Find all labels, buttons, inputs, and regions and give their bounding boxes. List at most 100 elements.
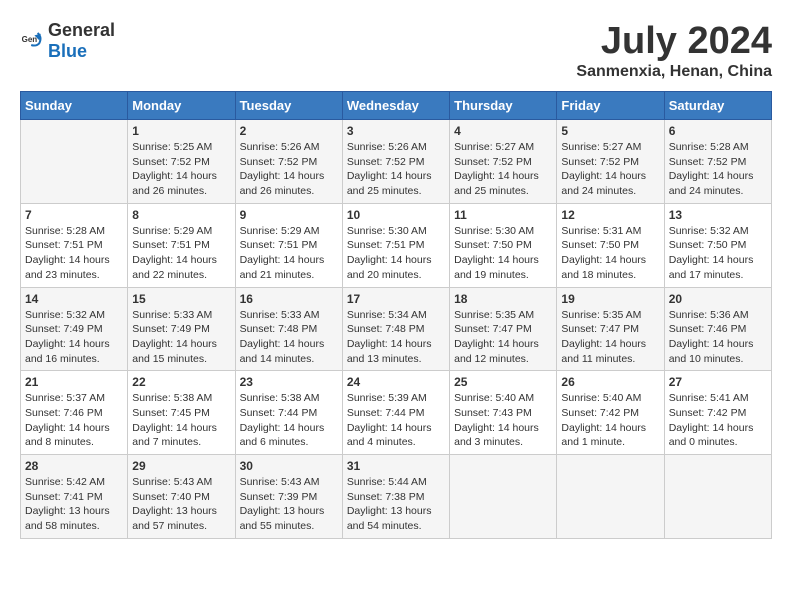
day-info: Sunrise: 5:26 AMSunset: 7:52 PMDaylight:… [240, 140, 338, 199]
day-info: Sunrise: 5:31 AMSunset: 7:50 PMDaylight:… [561, 224, 659, 283]
week-row-3: 14Sunrise: 5:32 AMSunset: 7:49 PMDayligh… [21, 287, 772, 371]
header: Gen General Blue July 2024 Sanmenxia, He… [20, 20, 772, 81]
day-number: 22 [132, 375, 230, 389]
day-info: Sunrise: 5:40 AMSunset: 7:43 PMDaylight:… [454, 391, 552, 450]
day-number: 3 [347, 124, 445, 138]
day-info: Sunrise: 5:35 AMSunset: 7:47 PMDaylight:… [454, 308, 552, 367]
week-row-2: 7 Sunrise: 5:28 AMSunset: 7:51 PMDaylight… [21, 203, 772, 287]
day-info: Sunrise: 5:28 AMSunset: 7:52 PMDaylight:… [669, 140, 767, 199]
column-header-sunday: Sunday [21, 92, 128, 120]
day-number: 2 [240, 124, 338, 138]
day-number: 29 [132, 459, 230, 473]
column-header-thursday: Thursday [450, 92, 557, 120]
calendar-cell [21, 120, 128, 204]
day-info: Sunrise: 5:43 AMSunset: 7:39 PMDaylight:… [240, 475, 338, 534]
calendar-cell: 15Sunrise: 5:33 AMSunset: 7:49 PMDayligh… [128, 287, 235, 371]
day-info: Sunrise: 5:43 AMSunset: 7:40 PMDaylight:… [132, 475, 230, 534]
calendar-cell: 13 Sunrise: 5:32 AMSunset: 7:50 PMDayligh… [664, 203, 771, 287]
day-number: 10 [347, 208, 445, 222]
day-info: Sunrise: 5:29 AMSunset: 7:51 PMDaylight:… [240, 224, 338, 283]
calendar-cell: 9 Sunrise: 5:29 AMSunset: 7:51 PMDaylight… [235, 203, 342, 287]
calendar-cell: 8Sunrise: 5:29 AMSunset: 7:51 PMDaylight… [128, 203, 235, 287]
calendar-cell: 23Sunrise: 5:38 AMSunset: 7:44 PMDayligh… [235, 371, 342, 455]
column-header-tuesday: Tuesday [235, 92, 342, 120]
calendar-cell: 25 Sunrise: 5:40 AMSunset: 7:43 PMDayligh… [450, 371, 557, 455]
calendar-cell: 5Sunrise: 5:27 AMSunset: 7:52 PMDaylight… [557, 120, 664, 204]
column-header-wednesday: Wednesday [342, 92, 449, 120]
calendar-cell: 4Sunrise: 5:27 AMSunset: 7:52 PMDaylight… [450, 120, 557, 204]
calendar-cell [557, 455, 664, 539]
calendar-cell: 14Sunrise: 5:32 AMSunset: 7:49 PMDayligh… [21, 287, 128, 371]
calendar-cell: 29 Sunrise: 5:43 AMSunset: 7:40 PMDayligh… [128, 455, 235, 539]
week-row-4: 21 Sunrise: 5:37 AMSunset: 7:46 PMDayligh… [21, 371, 772, 455]
svg-text:Gen: Gen [22, 35, 38, 44]
calendar-cell: 6Sunrise: 5:28 AMSunset: 7:52 PMDaylight… [664, 120, 771, 204]
day-info: Sunrise: 5:35 AMSunset: 7:47 PMDaylight:… [561, 308, 659, 367]
day-info: Sunrise: 5:36 AMSunset: 7:46 PMDaylight:… [669, 308, 767, 367]
day-info: Sunrise: 5:42 AMSunset: 7:41 PMDaylight:… [25, 475, 123, 534]
day-number: 4 [454, 124, 552, 138]
day-number: 19 [561, 292, 659, 306]
calendar-cell: 27 Sunrise: 5:41 AMSunset: 7:42 PMDayligh… [664, 371, 771, 455]
calendar-cell: 3 Sunrise: 5:26 AMSunset: 7:52 PMDaylight… [342, 120, 449, 204]
column-header-monday: Monday [128, 92, 235, 120]
day-info: Sunrise: 5:25 AMSunset: 7:52 PMDaylight:… [132, 140, 230, 199]
page-title: July 2024 [576, 20, 772, 63]
logo-text: General Blue [48, 20, 115, 62]
title-section: July 2024 Sanmenxia, Henan, China [576, 20, 772, 81]
calendar-cell: 20Sunrise: 5:36 AMSunset: 7:46 PMDayligh… [664, 287, 771, 371]
day-info: Sunrise: 5:30 AMSunset: 7:50 PMDaylight:… [454, 224, 552, 283]
day-number: 17 [347, 292, 445, 306]
day-info: Sunrise: 5:39 AMSunset: 7:44 PMDaylight:… [347, 391, 445, 450]
calendar-cell: 26Sunrise: 5:40 AMSunset: 7:42 PMDayligh… [557, 371, 664, 455]
day-number: 27 [669, 375, 767, 389]
day-info: Sunrise: 5:33 AMSunset: 7:49 PMDaylight:… [132, 308, 230, 367]
day-number: 7 [25, 208, 123, 222]
week-row-5: 28Sunrise: 5:42 AMSunset: 7:41 PMDayligh… [21, 455, 772, 539]
day-info: Sunrise: 5:26 AMSunset: 7:52 PMDaylight:… [347, 140, 445, 199]
day-number: 18 [454, 292, 552, 306]
column-header-friday: Friday [557, 92, 664, 120]
day-info: Sunrise: 5:37 AMSunset: 7:46 PMDaylight:… [25, 391, 123, 450]
day-number: 14 [25, 292, 123, 306]
calendar-cell: 30Sunrise: 5:43 AMSunset: 7:39 PMDayligh… [235, 455, 342, 539]
day-info: Sunrise: 5:34 AMSunset: 7:48 PMDaylight:… [347, 308, 445, 367]
day-info: Sunrise: 5:30 AMSunset: 7:51 PMDaylight:… [347, 224, 445, 283]
calendar-cell: 12Sunrise: 5:31 AMSunset: 7:50 PMDayligh… [557, 203, 664, 287]
day-number: 31 [347, 459, 445, 473]
day-number: 8 [132, 208, 230, 222]
calendar-cell: 22 Sunrise: 5:38 AMSunset: 7:45 PMDayligh… [128, 371, 235, 455]
day-info: Sunrise: 5:38 AMSunset: 7:45 PMDaylight:… [132, 391, 230, 450]
day-info: Sunrise: 5:33 AMSunset: 7:48 PMDaylight:… [240, 308, 338, 367]
day-number: 5 [561, 124, 659, 138]
calendar-cell: 24Sunrise: 5:39 AMSunset: 7:44 PMDayligh… [342, 371, 449, 455]
day-info: Sunrise: 5:28 AMSunset: 7:51 PMDaylight:… [25, 224, 123, 283]
calendar-cell [664, 455, 771, 539]
week-row-1: 1 Sunrise: 5:25 AMSunset: 7:52 PMDaylight… [21, 120, 772, 204]
day-number: 9 [240, 208, 338, 222]
logo: Gen General Blue [20, 20, 115, 62]
calendar-cell: 17 Sunrise: 5:34 AMSunset: 7:48 PMDayligh… [342, 287, 449, 371]
calendar-cell: 28Sunrise: 5:42 AMSunset: 7:41 PMDayligh… [21, 455, 128, 539]
calendar-cell: 7 Sunrise: 5:28 AMSunset: 7:51 PMDaylight… [21, 203, 128, 287]
day-number: 21 [25, 375, 123, 389]
calendar-cell: 18 Sunrise: 5:35 AMSunset: 7:47 PMDayligh… [450, 287, 557, 371]
day-number: 25 [454, 375, 552, 389]
day-number: 16 [240, 292, 338, 306]
calendar-cell: 11Sunrise: 5:30 AMSunset: 7:50 PMDayligh… [450, 203, 557, 287]
day-info: Sunrise: 5:44 AMSunset: 7:38 PMDaylight:… [347, 475, 445, 534]
calendar-cell: 31 Sunrise: 5:44 AMSunset: 7:38 PMDayligh… [342, 455, 449, 539]
day-info: Sunrise: 5:32 AMSunset: 7:50 PMDaylight:… [669, 224, 767, 283]
logo-general: General [48, 20, 115, 40]
day-number: 13 [669, 208, 767, 222]
calendar-table: SundayMondayTuesdayWednesdayThursdayFrid… [20, 91, 772, 539]
day-number: 26 [561, 375, 659, 389]
calendar-cell: 21 Sunrise: 5:37 AMSunset: 7:46 PMDayligh… [21, 371, 128, 455]
calendar-cell: 16 Sunrise: 5:33 AMSunset: 7:48 PMDayligh… [235, 287, 342, 371]
day-info: Sunrise: 5:41 AMSunset: 7:42 PMDaylight:… [669, 391, 767, 450]
calendar-cell: 2 Sunrise: 5:26 AMSunset: 7:52 PMDaylight… [235, 120, 342, 204]
calendar-cell: 1 Sunrise: 5:25 AMSunset: 7:52 PMDaylight… [128, 120, 235, 204]
calendar-cell: 19 Sunrise: 5:35 AMSunset: 7:47 PMDayligh… [557, 287, 664, 371]
day-number: 1 [132, 124, 230, 138]
page-subtitle: Sanmenxia, Henan, China [576, 63, 772, 81]
